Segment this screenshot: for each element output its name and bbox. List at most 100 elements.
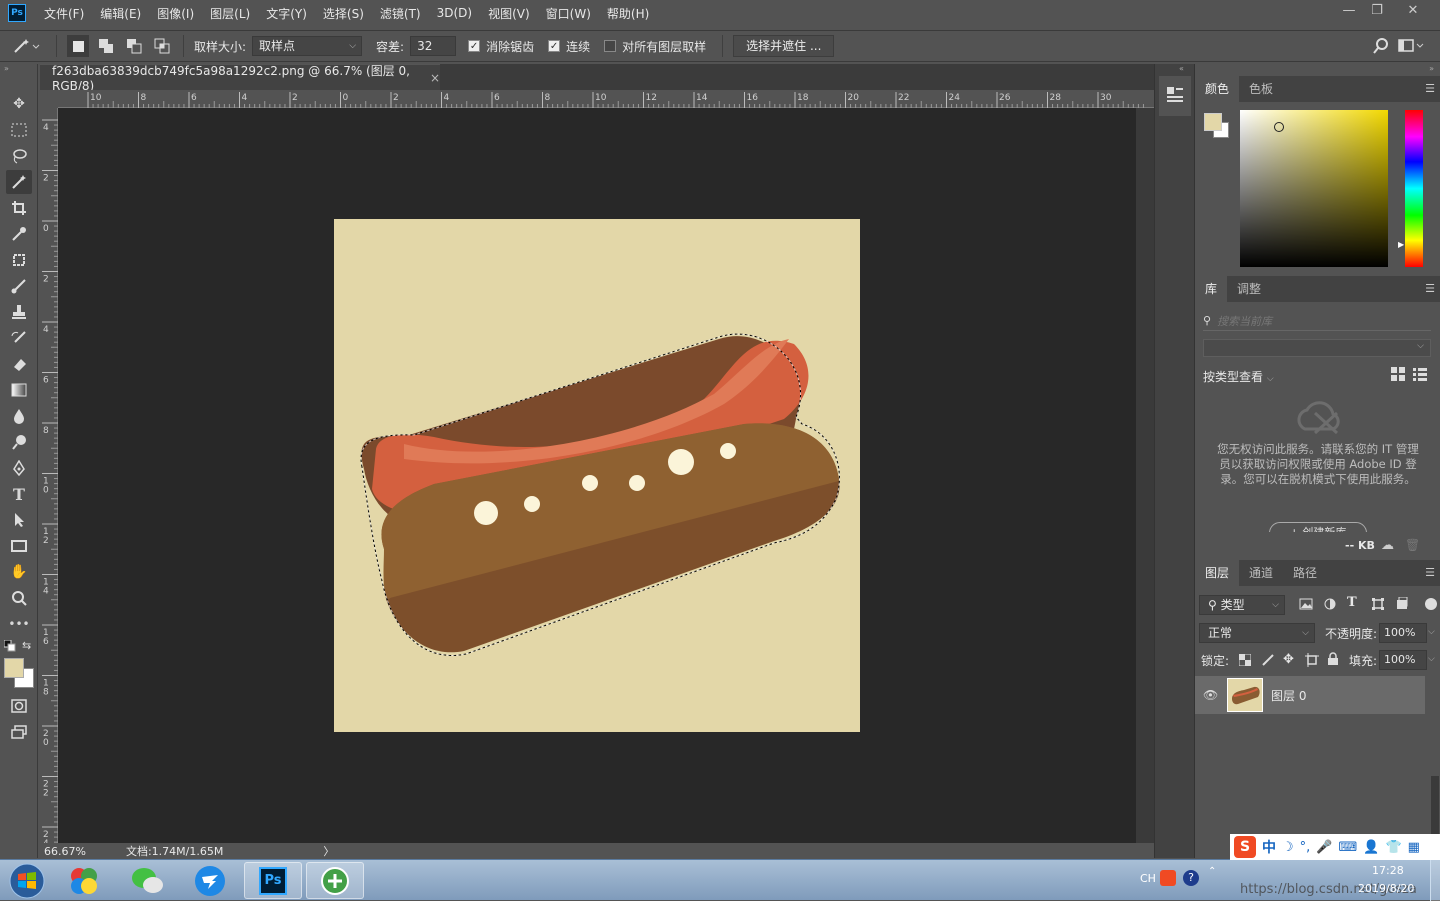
filter-type-icon[interactable]: T (1347, 595, 1357, 610)
sogou-tray-icon[interactable] (1160, 870, 1176, 886)
tab-swatches[interactable]: 色板 (1239, 76, 1283, 102)
foreground-color-swatch[interactable] (4, 658, 24, 678)
eraser-tool-icon[interactable] (6, 352, 32, 376)
grid-view-icon[interactable] (1391, 367, 1405, 384)
hue-slider-handle-icon[interactable]: ▶ (1398, 240, 1404, 249)
color-field[interactable] (1240, 110, 1388, 267)
panel-menu-icon[interactable]: ☰ (1425, 282, 1435, 295)
tab-color[interactable]: 颜色 (1195, 76, 1240, 102)
menu-filter[interactable]: 滤镜(T) (372, 5, 429, 22)
fill-input[interactable]: 100% (1379, 650, 1427, 670)
marquee-tool-icon[interactable] (6, 118, 32, 142)
menu-3d[interactable]: 3D(D) (429, 6, 480, 20)
workspace-icon[interactable] (1398, 38, 1424, 57)
color-panel-fg-swatch[interactable] (1204, 113, 1222, 131)
more-tools-icon[interactable]: ••• (6, 612, 32, 636)
menu-edit[interactable]: 编辑(E) (92, 5, 149, 22)
hand-tool-icon[interactable]: ✋ (6, 560, 32, 584)
filter-shape-icon[interactable] (1372, 598, 1384, 613)
path-selection-tool-icon[interactable] (6, 508, 32, 532)
move-tool-icon[interactable]: ✥ (6, 92, 32, 116)
help-tray-icon[interactable]: ? (1183, 870, 1199, 886)
dodge-tool-icon[interactable] (6, 430, 32, 454)
lock-artboard-icon[interactable] (1305, 653, 1319, 670)
menu-file[interactable]: 文件(F) (36, 5, 92, 22)
brush-tool-icon[interactable] (6, 274, 32, 298)
menu-view[interactable]: 视图(V) (480, 5, 538, 22)
tab-channels[interactable]: 通道 (1239, 560, 1283, 586)
hue-slider[interactable] (1405, 110, 1423, 267)
menu-select[interactable]: 选择(S) (315, 5, 372, 22)
filter-smart-object-icon[interactable] (1396, 596, 1408, 613)
opacity-dropdown-icon[interactable]: ⌵ (1428, 623, 1440, 643)
menu-type[interactable]: 文字(Y) (258, 5, 315, 22)
subtract-selection-icon[interactable] (123, 35, 145, 57)
search-icon[interactable] (1372, 37, 1390, 58)
magic-wand-tool-icon[interactable] (6, 170, 32, 194)
tab-layers[interactable]: 图层 (1195, 560, 1240, 586)
sogou-ime-toolbar[interactable]: S 中 ☽ °, 🎤 ⌨ 👤 👕 ▦ (1230, 834, 1440, 860)
collapse-panels-icon[interactable]: » (1429, 64, 1434, 73)
default-colors-icon[interactable] (3, 639, 16, 655)
lasso-tool-icon[interactable] (6, 144, 32, 168)
ime-keyboard-icon[interactable]: ⌨ (1338, 840, 1357, 855)
select-and-mask-button[interactable]: 选择并遮住 ... (733, 35, 835, 57)
properties-panel-icon[interactable] (1166, 86, 1184, 107)
ime-chinese-mode[interactable]: 中 (1262, 837, 1276, 857)
view-by-type-dropdown[interactable]: 按类型查看 ⌵ (1203, 368, 1274, 385)
create-library-button[interactable]: + 创建新库 (1269, 522, 1367, 532)
rectangle-tool-icon[interactable] (6, 534, 32, 558)
type-tool-icon[interactable]: T (6, 482, 32, 506)
lock-all-icon[interactable] (1327, 652, 1339, 669)
close-tab-icon[interactable]: × (430, 71, 440, 85)
horizontal-ruler[interactable]: 10 8 6 4 2 0 2 4 6 8 10 12 14 16 18 20 22 24 26 28 30 (58, 90, 1154, 108)
lock-pixels-icon[interactable] (1261, 653, 1275, 670)
vertical-scrollbar[interactable] (1136, 108, 1154, 843)
360-browser-icon[interactable] (306, 862, 364, 899)
trash-icon[interactable]: 🗑 (1405, 538, 1420, 552)
ime-punctuation-icon[interactable]: °, (1300, 840, 1311, 855)
new-selection-icon[interactable] (67, 35, 89, 57)
ime-menu-icon[interactable]: ▦ (1408, 840, 1420, 855)
ime-mic-icon[interactable]: 🎤 (1316, 840, 1332, 855)
intersect-selection-icon[interactable] (151, 35, 173, 57)
filter-pixel-icon[interactable] (1299, 598, 1313, 613)
add-selection-icon[interactable] (95, 35, 117, 57)
menu-image[interactable]: 图像(I) (149, 5, 202, 22)
layer-row[interactable]: 👁 图层 0 (1195, 676, 1425, 714)
quick-mask-icon[interactable] (6, 694, 32, 718)
antialias-checkbox[interactable]: ✓ (468, 40, 481, 52)
document-tab[interactable]: f263dba63839dcb749fc5a98a1292c2.png @ 66… (40, 64, 440, 93)
fill-dropdown-icon[interactable]: ⌵ (1428, 650, 1440, 670)
zoom-tool-icon[interactable] (6, 586, 32, 610)
menu-window[interactable]: 窗口(W) (538, 5, 599, 22)
tolerance-input[interactable]: 32 (410, 36, 457, 56)
screen-mode-icon[interactable] (6, 720, 32, 744)
blend-mode-select[interactable]: 正常 ⌵ (1199, 623, 1315, 643)
tab-paths[interactable]: 路径 (1283, 560, 1327, 586)
show-desktop-button[interactable] (1430, 860, 1440, 901)
collapse-dock-icon[interactable]: « (1179, 64, 1184, 73)
magic-wand-preset-icon[interactable] (6, 35, 46, 57)
vertical-ruler[interactable]: 42024681012141618202224 (40, 108, 58, 843)
swap-colors-icon[interactable]: ⇆ (22, 639, 31, 652)
contiguous-checkbox[interactable]: ✓ (548, 40, 561, 52)
clock-date[interactable]: 2019/8/20 (1358, 882, 1414, 895)
stamp-tool-icon[interactable] (6, 300, 32, 324)
tab-libraries[interactable]: 库 (1195, 276, 1228, 302)
close-window-button[interactable]: ✕ (1398, 0, 1428, 22)
panel-menu-icon[interactable]: ☰ (1425, 82, 1435, 95)
menu-layer[interactable]: 图层(L) (202, 5, 258, 22)
blur-tool-icon[interactable] (6, 404, 32, 428)
wechat-icon[interactable] (120, 862, 176, 899)
lock-transparent-icon[interactable] (1238, 653, 1252, 669)
language-indicator[interactable]: CH (1140, 872, 1156, 885)
collapse-toolbar-icon[interactable]: » (4, 64, 9, 73)
library-select[interactable]: ⌵ (1203, 339, 1431, 357)
visibility-eye-icon[interactable]: 👁 (1203, 688, 1218, 702)
frame-tool-icon[interactable] (6, 248, 32, 272)
history-brush-tool-icon[interactable] (6, 326, 32, 350)
restore-button[interactable]: ❐ (1362, 0, 1392, 22)
list-view-icon[interactable] (1413, 367, 1427, 384)
filter-adjustment-icon[interactable] (1324, 598, 1336, 613)
